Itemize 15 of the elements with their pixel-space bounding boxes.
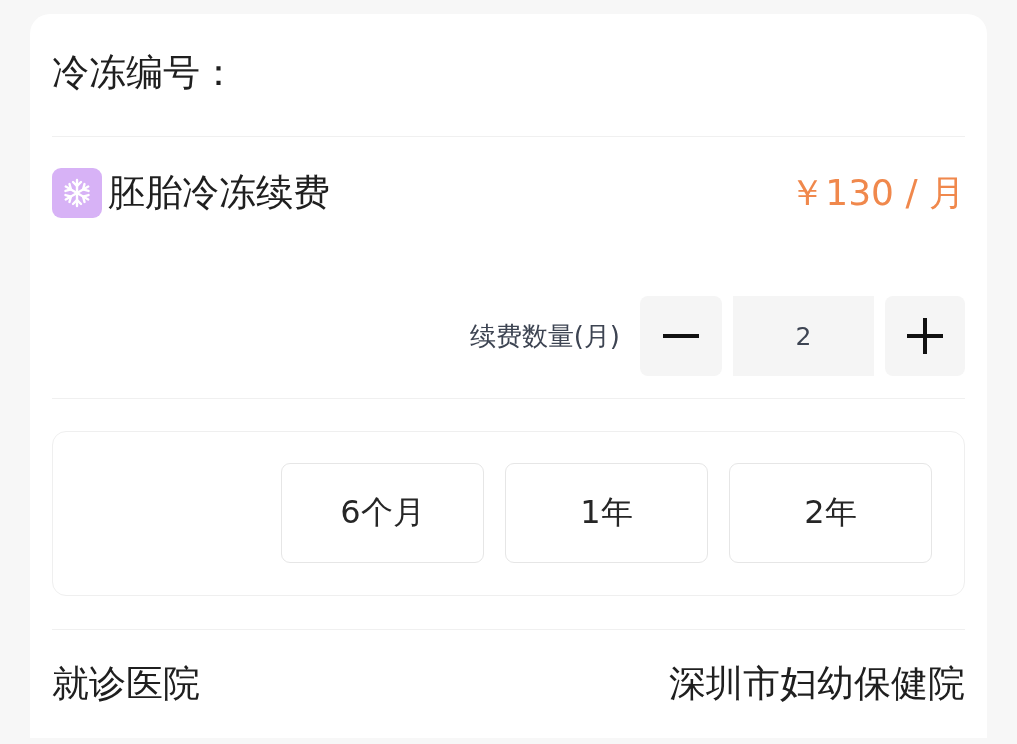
- quantity-label: 续费数量(月): [469, 320, 620, 352]
- decrease-button[interactable]: [640, 296, 722, 376]
- renewal-option[interactable]: 6个月: [281, 463, 484, 563]
- product-price: ￥130 / 月: [789, 171, 965, 215]
- snowflake-icon: [52, 168, 102, 218]
- plus-icon: [907, 318, 943, 354]
- renewal-option[interactable]: 1年: [505, 463, 708, 563]
- quantity-field[interactable]: 2: [733, 296, 874, 376]
- hospital-label: 就诊医院: [52, 662, 200, 706]
- increase-button[interactable]: [885, 296, 965, 376]
- product-title: 胚胎冷冻续费: [108, 170, 330, 216]
- freeze-number-label: 冷冻编号：: [52, 51, 237, 95]
- renewal-option[interactable]: 2年: [729, 463, 932, 563]
- minus-icon: [663, 334, 699, 338]
- hospital-value: 深圳市妇幼保健院: [669, 662, 965, 706]
